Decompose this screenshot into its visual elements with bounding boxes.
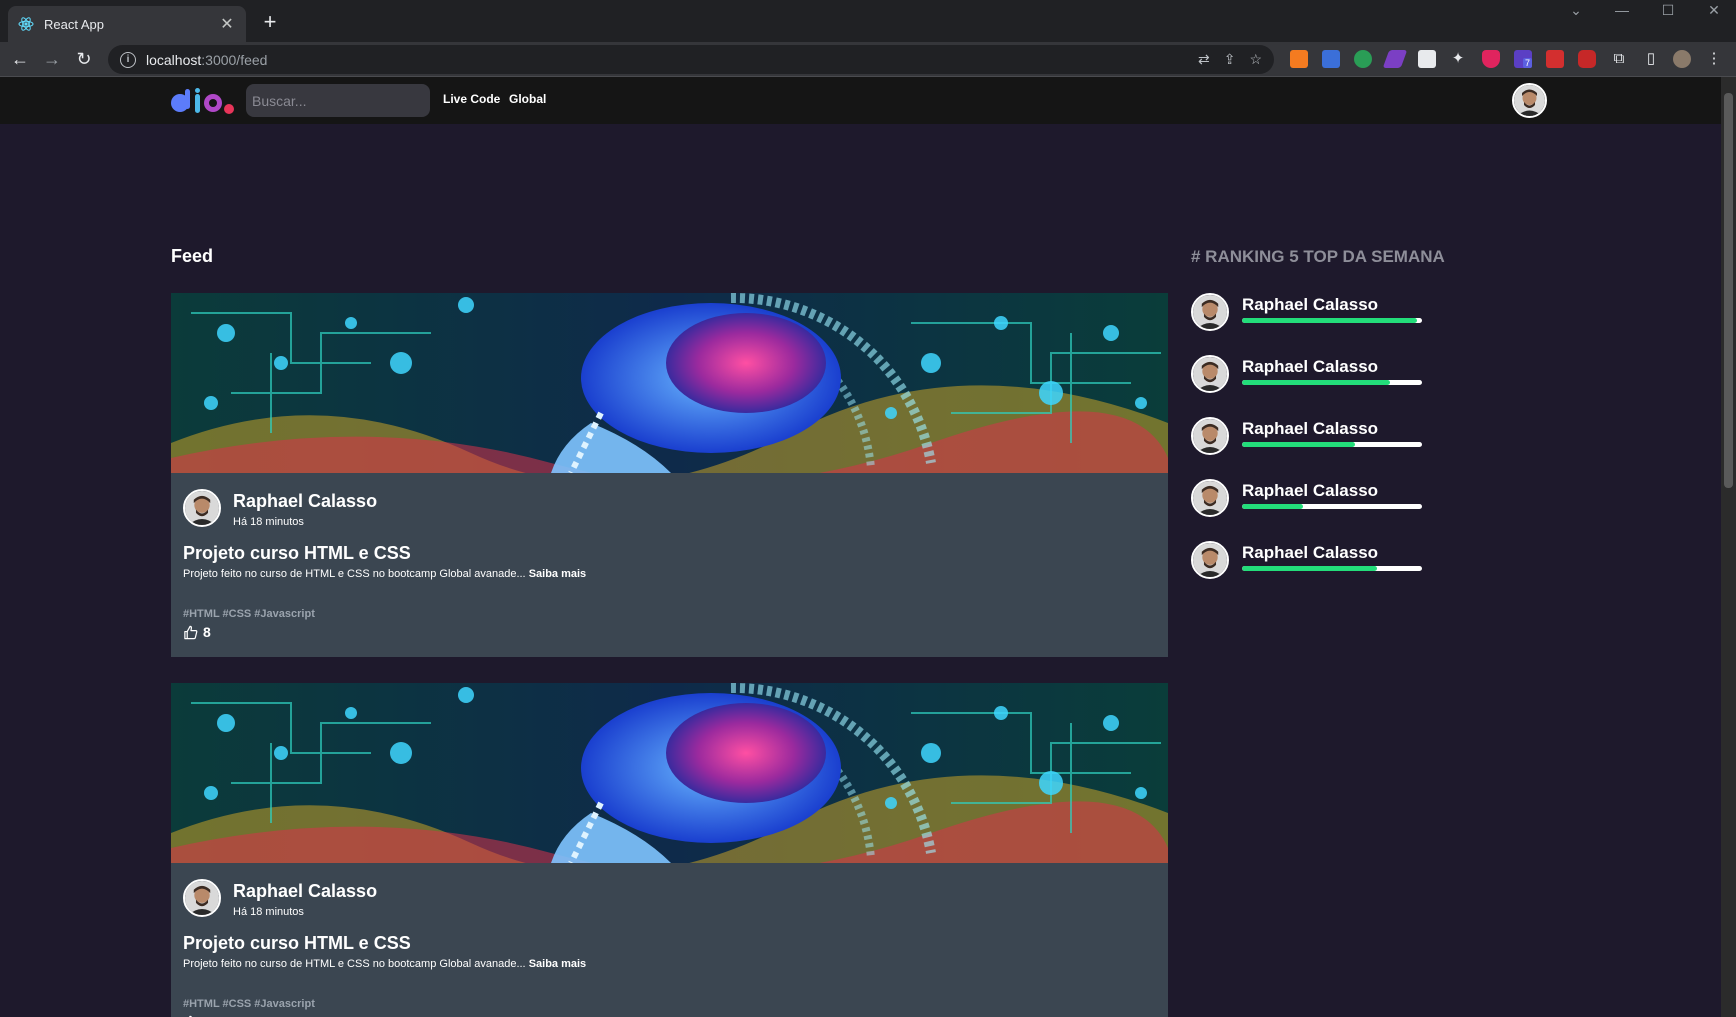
ranking-name: Raphael Calasso [1242,481,1379,500]
ranking-progress-fill [1242,442,1356,447]
ranking-progress-bar [1242,504,1422,509]
read-more-link[interactable]: Saiba mais [529,568,586,580]
extension-icon[interactable] [1382,50,1408,68]
profile-avatar-icon[interactable] [1673,50,1691,68]
avatar[interactable] [183,489,221,527]
close-window-button[interactable]: ✕ [1699,2,1729,24]
extension-icon[interactable]: ✦ [1448,49,1468,69]
like-count: 8 [203,624,211,640]
post-description: Projeto feito no curso de HTML e CSS no … [183,958,587,970]
post-description: Projeto feito no curso de HTML e CSS no … [183,568,587,580]
like-button[interactable]: 8 [183,624,211,640]
url-text[interactable]: localhost:3000/feed [146,52,1198,68]
minimize-button[interactable]: — [1607,2,1637,24]
tab-title: React App [44,16,104,32]
ranking-item[interactable]: Raphael Calasso [1191,293,1451,333]
translate-icon[interactable]: ⇄ [1198,51,1210,68]
ranking-progress-fill [1242,504,1304,509]
pocket-icon[interactable] [1482,50,1500,68]
rss-extension-icon[interactable] [1290,50,1308,68]
avatar [1191,293,1229,331]
read-more-link[interactable]: Saiba mais [529,958,586,970]
ranking-progress-fill [1242,318,1417,323]
avatar [1191,417,1229,455]
post-title[interactable]: Projeto curso HTML e CSS [183,543,411,564]
post-tags: #HTML #CSS #Javascript [183,998,315,1010]
extension-icon[interactable]: 7 [1514,50,1533,68]
ranking-progress-bar [1242,318,1422,323]
browser-tabbar: React App ✕ + ⌄ — ☐ ✕ [0,0,1736,42]
avatar[interactable] [183,879,221,917]
ranking-progress-bar [1242,566,1422,571]
ranking-name: Raphael Calasso [1242,357,1379,376]
page-scrollbar[interactable] [1721,77,1736,1017]
pdf-extension-icon[interactable] [1546,50,1564,68]
ranking-item[interactable]: Raphael Calasso [1191,479,1451,519]
bookmark-star-icon[interactable]: ☆ [1249,51,1262,68]
side-panel-icon[interactable]: ▯ [1641,49,1661,69]
post-title[interactable]: Projeto curso HTML e CSS [183,933,411,954]
back-button[interactable]: ← [7,46,33,72]
post-time: Há 18 minutos [233,906,304,918]
post-time: Há 18 minutos [233,516,304,528]
tab-search-icon[interactable]: ⌄ [1561,2,1591,24]
avatar [1191,541,1229,579]
ranking-title: # RANKING 5 TOP DA SEMANA [1191,247,1445,266]
reload-button[interactable]: ↻ [71,46,97,72]
app-header: Live Code Global [0,77,1721,124]
browser-toolbar: ← → ↻ i localhost:3000/feed ⇄ ⇪ ☆ ✦ 7 ⧉ … [0,42,1736,77]
close-tab-icon[interactable]: ✕ [218,14,236,34]
ranking-progress-fill [1242,566,1377,571]
ranking-item[interactable]: Raphael Calasso [1191,355,1451,395]
react-icon [18,16,34,32]
browser-menu-icon[interactable]: ⋮ [1704,49,1724,69]
search-input[interactable] [246,84,430,117]
ranking-name: Raphael Calasso [1242,295,1379,314]
feed-title: Feed [171,246,214,266]
share-icon[interactable]: ⇪ [1224,51,1236,68]
extension-icon[interactable] [1322,50,1340,68]
forward-button[interactable]: → [39,46,65,72]
nav-global[interactable]: Global [509,92,546,106]
post-card: Raphael Calasso Há 18 minutos Projeto cu… [171,293,1168,657]
post-tags: #HTML #CSS #Javascript [183,608,315,620]
avatar [1191,355,1229,393]
post-banner-image[interactable] [171,293,1168,473]
ranking-name: Raphael Calasso [1242,419,1379,438]
extension-icon[interactable] [1578,50,1596,68]
extensions-puzzle-icon[interactable]: ⧉ [1609,49,1629,69]
maximize-button[interactable]: ☐ [1653,2,1683,24]
extension-icon[interactable] [1354,50,1372,68]
post-banner-image[interactable] [171,683,1168,863]
ranking-progress-bar [1242,380,1422,385]
ranking-progress-bar [1242,442,1422,447]
post-author[interactable]: Raphael Calasso [233,881,377,902]
ranking-progress-fill [1242,380,1390,385]
avatar [1191,479,1229,517]
nav-live-code[interactable]: Live Code [443,92,500,106]
scrollbar-thumb[interactable] [1724,93,1733,488]
ranking-item[interactable]: Raphael Calasso [1191,541,1451,581]
ranking-name: Raphael Calasso [1242,543,1379,562]
dio-logo[interactable] [171,87,235,115]
post-author[interactable]: Raphael Calasso [233,491,377,512]
site-info-icon[interactable]: i [120,51,136,68]
ranking-item[interactable]: Raphael Calasso [1191,417,1451,457]
address-bar[interactable]: i localhost:3000/feed ⇄ ⇪ ☆ [108,45,1274,74]
page: Live Code Global Feed [0,77,1721,1017]
new-tab-button[interactable]: + [258,10,282,34]
avatar[interactable] [1512,83,1547,118]
post-card: Raphael Calasso Há 18 minutos Projeto cu… [171,683,1168,1017]
browser-tab[interactable]: React App ✕ [8,6,246,42]
thumbs-up-icon [184,625,198,639]
extension-icon[interactable] [1418,50,1436,68]
